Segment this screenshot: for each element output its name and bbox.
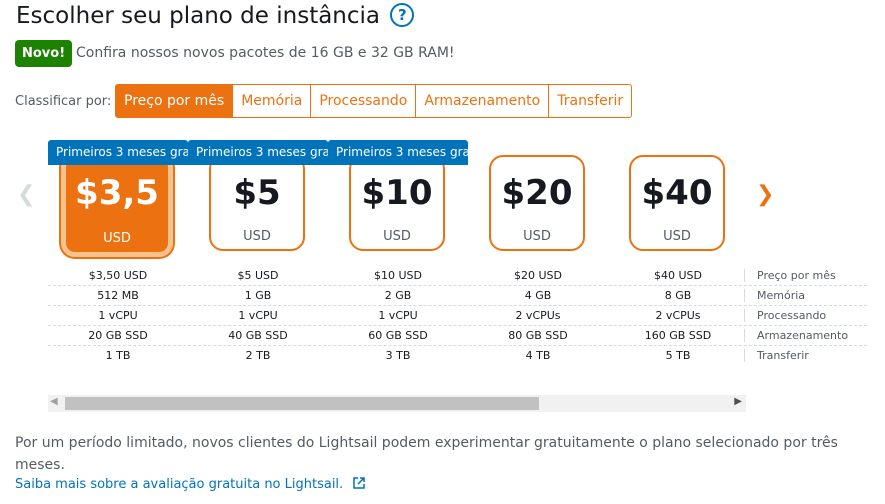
spec-cell: 5 TB [665,349,691,362]
horizontal-scrollbar[interactable]: ◀ ▶ [48,395,746,412]
spec-cell: 60 GB SSD [368,329,428,342]
free-trial-promo-tag: Primeiros 3 meses gratuitos [188,140,328,165]
chevron-right-icon[interactable]: ❯ [756,182,774,207]
spec-label: Transferir [744,349,809,362]
spec-row-storage: 20 GB SSD 40 GB SSD 60 GB SSD 80 GB SSD … [48,326,867,346]
spec-row-monthly: $3,50 USD $5 USD $10 USD $20 USD $40 USD… [48,266,867,286]
spec-cell: 1 GB [244,289,272,302]
new-badge: Novo! [15,40,73,67]
plan-currency: USD [383,229,411,244]
plan-card-selected[interactable]: $3,5 USD [61,153,173,257]
plan-price: $20 [501,173,573,213]
plan-card[interactable]: $20 USD [489,155,585,251]
spec-cell: 40 GB SSD [228,329,288,342]
spec-cell: 1 TB [105,349,131,362]
spec-cell: 3 TB [385,349,411,362]
spec-cell: 2 vCPUs [655,309,701,322]
page-title: Escolher seu plano de instância ? [16,3,415,29]
plan-card[interactable]: $40 USD [629,155,725,251]
spec-cell: 20 GB SSD [88,329,148,342]
spec-cell: $20 USD [514,269,562,282]
plan-currency: USD [103,231,131,246]
chevron-left-icon[interactable]: ❮ [17,182,35,207]
spec-cell: 8 GB [664,289,692,302]
spec-cell: 1 vCPU [378,309,418,322]
spec-cell: $10 USD [374,269,422,282]
plan-currency: USD [523,229,551,244]
spec-cell: 1 vCPU [98,309,138,322]
spec-cell: 2 TB [245,349,271,362]
plan-card[interactable]: $10 USD [349,155,445,251]
free-trial-learn-more-link[interactable]: Saiba mais sobre a avaliação gratuita no… [15,477,366,492]
plan-currency: USD [243,229,271,244]
sort-storage-button[interactable]: Armazenamento [415,85,548,117]
sort-label: Classificar por: [15,94,112,109]
sort-segmented-control: Preço por mês Memória Processando Armaze… [115,84,633,118]
plan-currency: USD [663,229,691,244]
link-text: Saiba mais sobre a avaliação gratuita no… [15,477,344,492]
spec-label: Memória [744,289,805,302]
sort-price-button[interactable]: Preço por mês [116,85,233,117]
scroll-left-arrow-icon[interactable]: ◀ [50,396,58,407]
scroll-thumb[interactable] [65,397,539,410]
scroll-right-arrow-icon[interactable]: ▶ [734,396,742,407]
free-trial-promo-tag: Primeiros 3 meses gratuitos [328,140,468,165]
spec-cell: 2 GB [384,289,412,302]
plan-price: $5 [233,173,281,213]
spec-row-cpu: 1 vCPU 1 vCPU 1 vCPU 2 vCPUs 2 vCPUs Pro… [48,306,867,326]
sort-processing-button[interactable]: Processando [310,85,415,117]
spec-label: Armazenamento [744,329,848,342]
spec-label: Processando [744,309,826,322]
plan-price: $3,5 [75,173,159,213]
spec-cell: 160 GB SSD [644,329,712,342]
spec-cell: 4 GB [524,289,552,302]
spec-label: Preço por mês [744,269,836,282]
plan-price: $40 [641,173,713,213]
help-circle-icon[interactable]: ? [390,3,415,27]
sort-memory-button[interactable]: Memória [232,85,310,117]
announcement-text: Confira nossos novos pacotes de 16 GB e … [76,45,455,61]
spec-cell: 2 vCPUs [515,309,561,322]
free-trial-notice: Por um período limitado, novos clientes … [15,435,838,473]
spec-cell: $3,50 USD [88,269,148,282]
spec-cell: 4 TB [525,349,551,362]
external-link-icon [353,477,366,489]
spec-cell: 1 vCPU [238,309,278,322]
spec-cell: $5 USD [237,269,279,282]
plan-card[interactable]: $5 USD [209,155,305,251]
spec-cell: 80 GB SSD [508,329,568,342]
plan-price: $10 [361,173,433,213]
spec-row-memory: 512 MB 1 GB 2 GB 4 GB 8 GB Memória [48,286,867,306]
free-trial-promo-tag: Primeiros 3 meses gratuitos [48,140,188,165]
sort-transfer-button[interactable]: Transferir [548,85,631,117]
spec-cell: 512 MB [97,289,139,302]
spec-cell: $40 USD [654,269,702,282]
spec-row-transfer: 1 TB 2 TB 3 TB 4 TB 5 TB Transferir [48,346,867,366]
